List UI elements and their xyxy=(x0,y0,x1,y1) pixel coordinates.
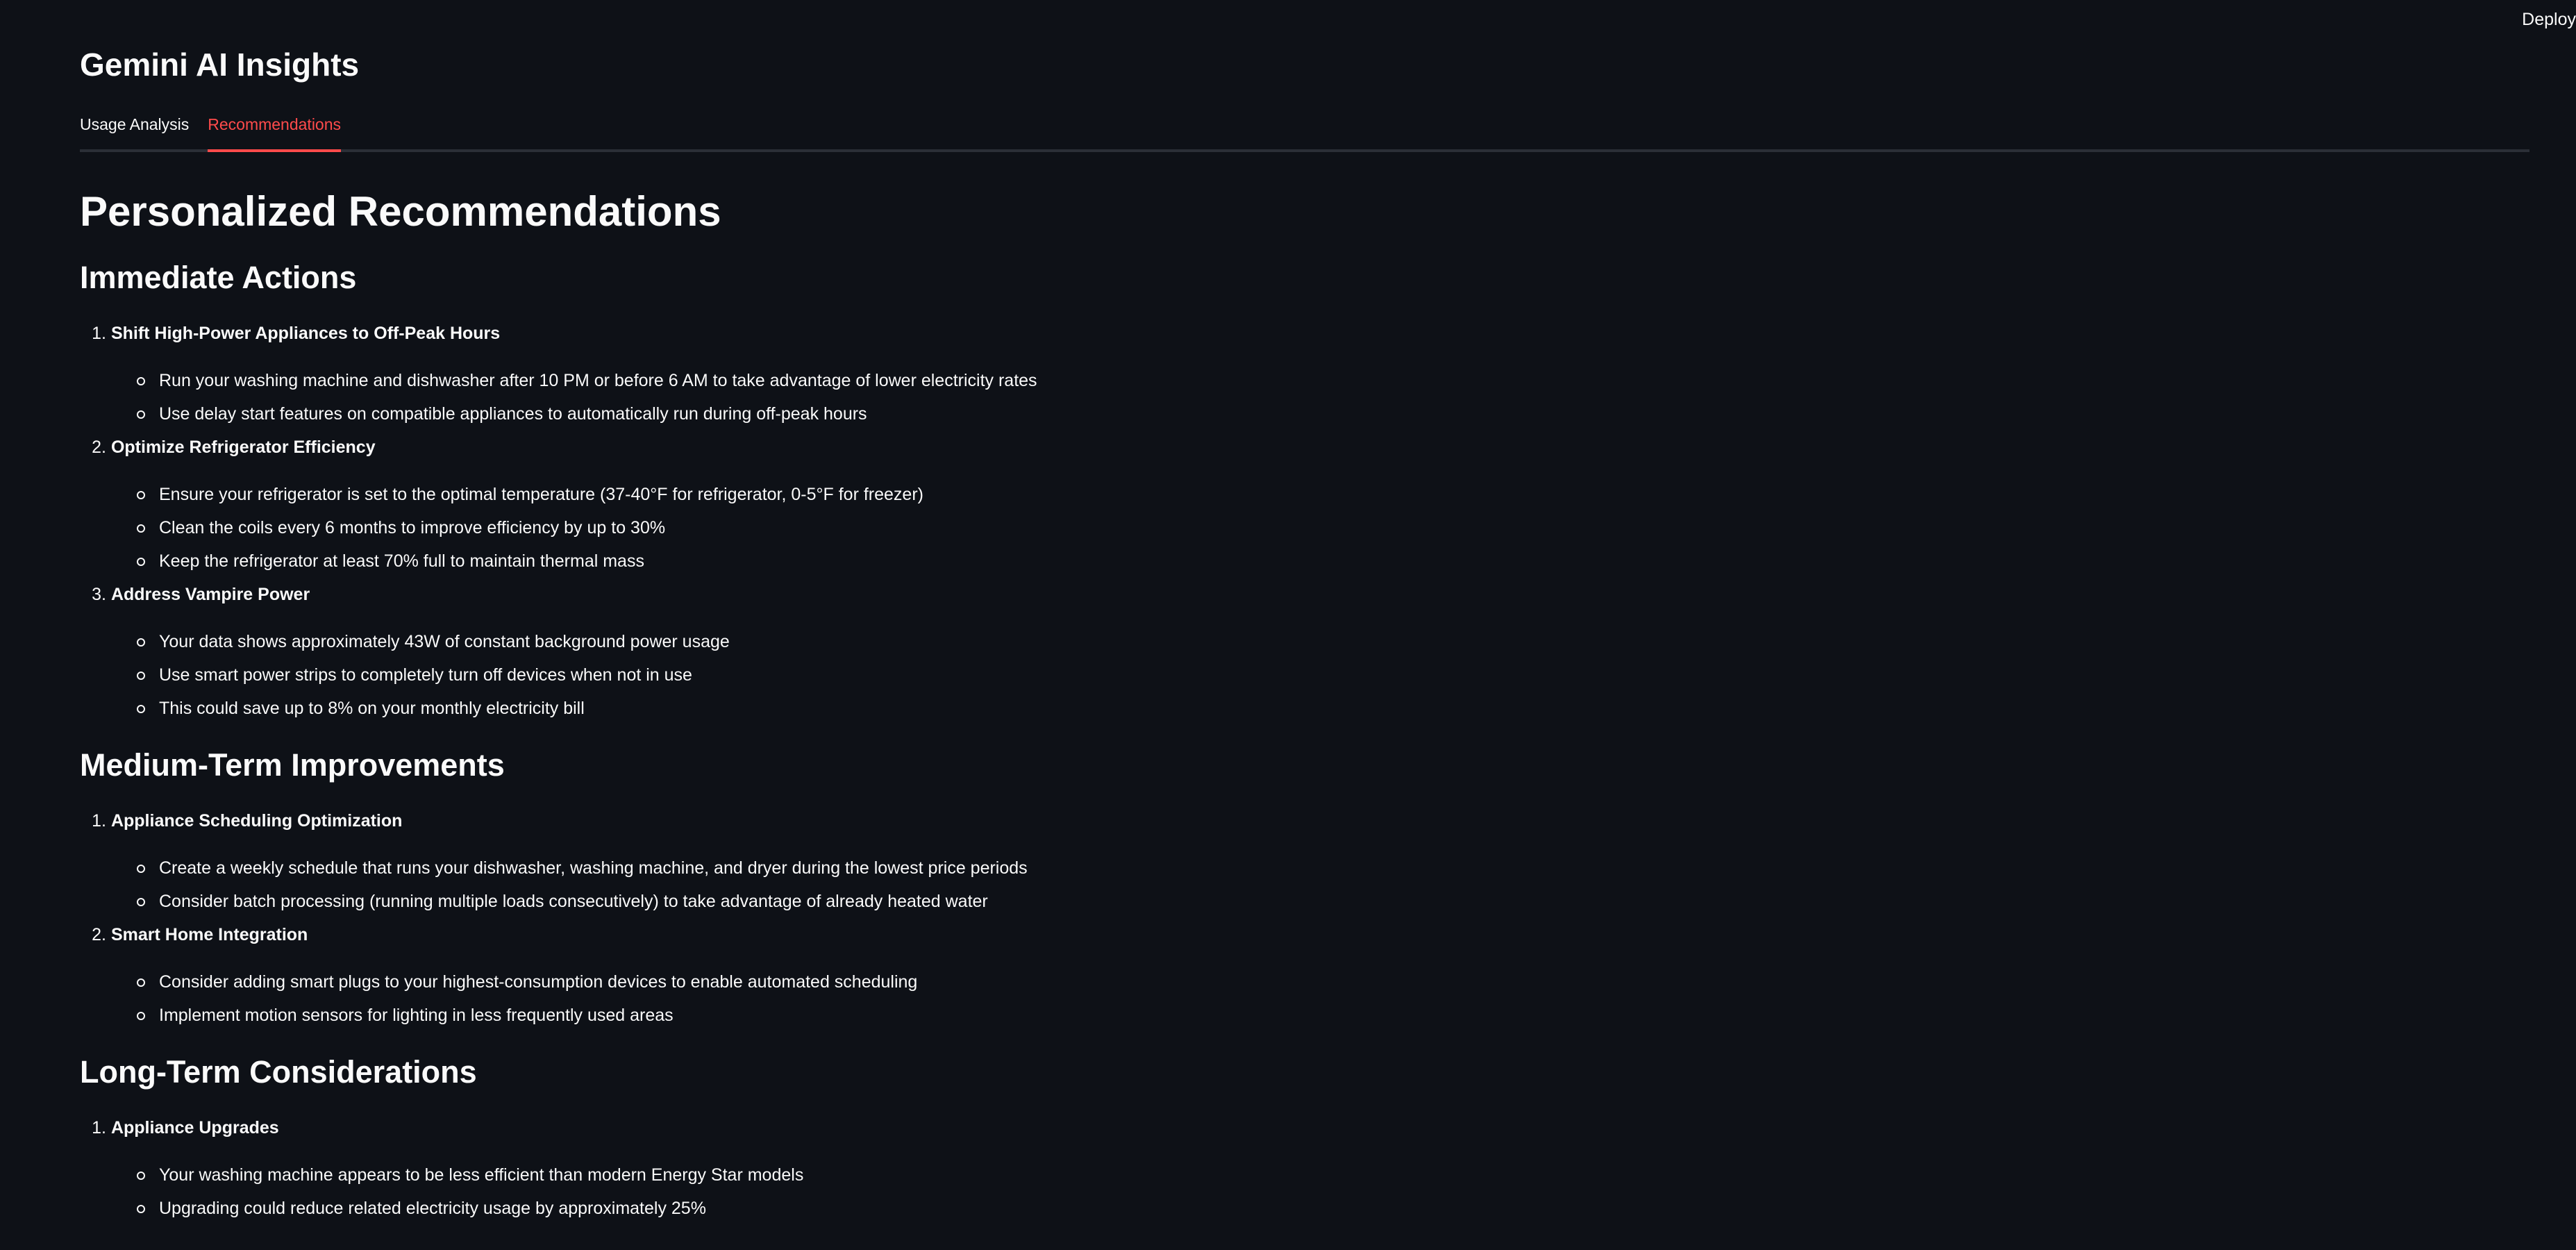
bullet-item: Create a weekly schedule that runs your … xyxy=(133,851,1037,885)
numbered-list: 1. Appliance Upgrades Your washing machin… xyxy=(80,1111,1037,1225)
bullet-item: Your washing machine appears to be less … xyxy=(133,1158,1037,1192)
bullet-item: Run your washing machine and dishwasher … xyxy=(133,364,1037,397)
list-item-label: Optimize Refrigerator Efficiency xyxy=(110,438,376,457)
list-item: 1. Appliance Upgrades Your washing machin… xyxy=(80,1111,1037,1225)
sections-container: Immediate Actions 1. Shift High-Power App… xyxy=(80,260,1037,1225)
list-item-number: 1. xyxy=(92,324,106,343)
list-item: 2. Optimize Refrigerator Efficiency Ensur… xyxy=(80,431,1037,578)
tab-recommendations[interactable]: Recommendations xyxy=(208,115,342,152)
list-item-title: 2. Smart Home Integration xyxy=(80,918,1037,951)
list-item-title: 1. Shift High-Power Appliances to Off-Pe… xyxy=(80,317,1037,350)
bullet-item: Use delay start features on compatible a… xyxy=(133,397,1037,431)
list-item-label: Shift High-Power Appliances to Off-Peak … xyxy=(110,324,501,343)
list-item-label: Appliance Upgrades xyxy=(110,1118,279,1138)
bullet-list: Run your washing machine and dishwasher … xyxy=(80,364,1037,431)
bullet-item: Upgrading could reduce related electrici… xyxy=(133,1192,1037,1225)
list-item: 1. Shift High-Power Appliances to Off-Pe… xyxy=(80,317,1037,431)
page-heading: Personalized Recommendations xyxy=(80,188,721,235)
recommendation-section: Medium-Term Improvements 1. Appliance Sch… xyxy=(80,747,1037,1032)
section-heading: Immediate Actions xyxy=(80,260,357,295)
deploy-button[interactable]: Deploy xyxy=(2522,10,2576,30)
list-item-title: 1. Appliance Upgrades xyxy=(80,1111,1037,1144)
tab-usage-analysis[interactable]: Usage Analysis xyxy=(80,115,189,149)
section-heading: Medium-Term Improvements xyxy=(80,747,505,783)
list-item-title: 3. Address Vampire Power xyxy=(80,578,1037,611)
list-item-title: 1. Appliance Scheduling Optimization xyxy=(80,804,1037,838)
bullet-item: Consider adding smart plugs to your high… xyxy=(133,965,1037,999)
list-item-number: 1. xyxy=(92,1118,106,1138)
tab-bar: Usage Analysis Recommendations xyxy=(80,115,2529,152)
numbered-list: 1. Appliance Scheduling Optimization Crea… xyxy=(80,804,1037,1032)
bullet-list: Your washing machine appears to be less … xyxy=(80,1158,1037,1225)
list-item-number: 2. xyxy=(92,925,106,944)
app-title: Gemini AI Insights xyxy=(80,47,360,83)
bullet-item: Use smart power strips to completely tur… xyxy=(133,658,1037,692)
bullet-item: Clean the coils every 6 months to improv… xyxy=(133,511,1037,544)
list-item-number: 1. xyxy=(92,811,106,831)
list-item: 1. Appliance Scheduling Optimization Crea… xyxy=(80,804,1037,918)
list-item-number: 2. xyxy=(92,438,106,457)
bullet-item: Keep the refrigerator at least 70% full … xyxy=(133,544,1037,578)
list-item: 3. Address Vampire Power Your data shows … xyxy=(80,578,1037,725)
numbered-list: 1. Shift High-Power Appliances to Off-Pe… xyxy=(80,317,1037,725)
bullet-item: Implement motion sensors for lighting in… xyxy=(133,999,1037,1032)
bullet-item: Consider batch processing (running multi… xyxy=(133,885,1037,918)
list-item-number: 3. xyxy=(92,585,106,604)
bullet-item: Your data shows approximately 43W of con… xyxy=(133,625,1037,658)
bullet-list: Your data shows approximately 43W of con… xyxy=(80,625,1037,725)
bullet-list: Ensure your refrigerator is set to the o… xyxy=(80,478,1037,578)
bullet-list: Consider adding smart plugs to your high… xyxy=(80,965,1037,1032)
list-item-title: 2. Optimize Refrigerator Efficiency xyxy=(80,431,1037,464)
list-item-label: Address Vampire Power xyxy=(110,585,310,604)
bullet-item: This could save up to 8% on your monthly… xyxy=(133,692,1037,725)
bullet-item: Ensure your refrigerator is set to the o… xyxy=(133,478,1037,511)
list-item-label: Smart Home Integration xyxy=(110,925,308,944)
bullet-list: Create a weekly schedule that runs your … xyxy=(80,851,1037,918)
list-item: 2. Smart Home Integration Consider adding… xyxy=(80,918,1037,1032)
recommendation-section: Immediate Actions 1. Shift High-Power App… xyxy=(80,260,1037,725)
section-heading: Long-Term Considerations xyxy=(80,1054,477,1090)
list-item-label: Appliance Scheduling Optimization xyxy=(110,811,403,831)
recommendations-panel: Personalized Recommendations Immediate A… xyxy=(80,188,1037,1225)
recommendation-section: Long-Term Considerations 1. Appliance Upg… xyxy=(80,1054,1037,1225)
